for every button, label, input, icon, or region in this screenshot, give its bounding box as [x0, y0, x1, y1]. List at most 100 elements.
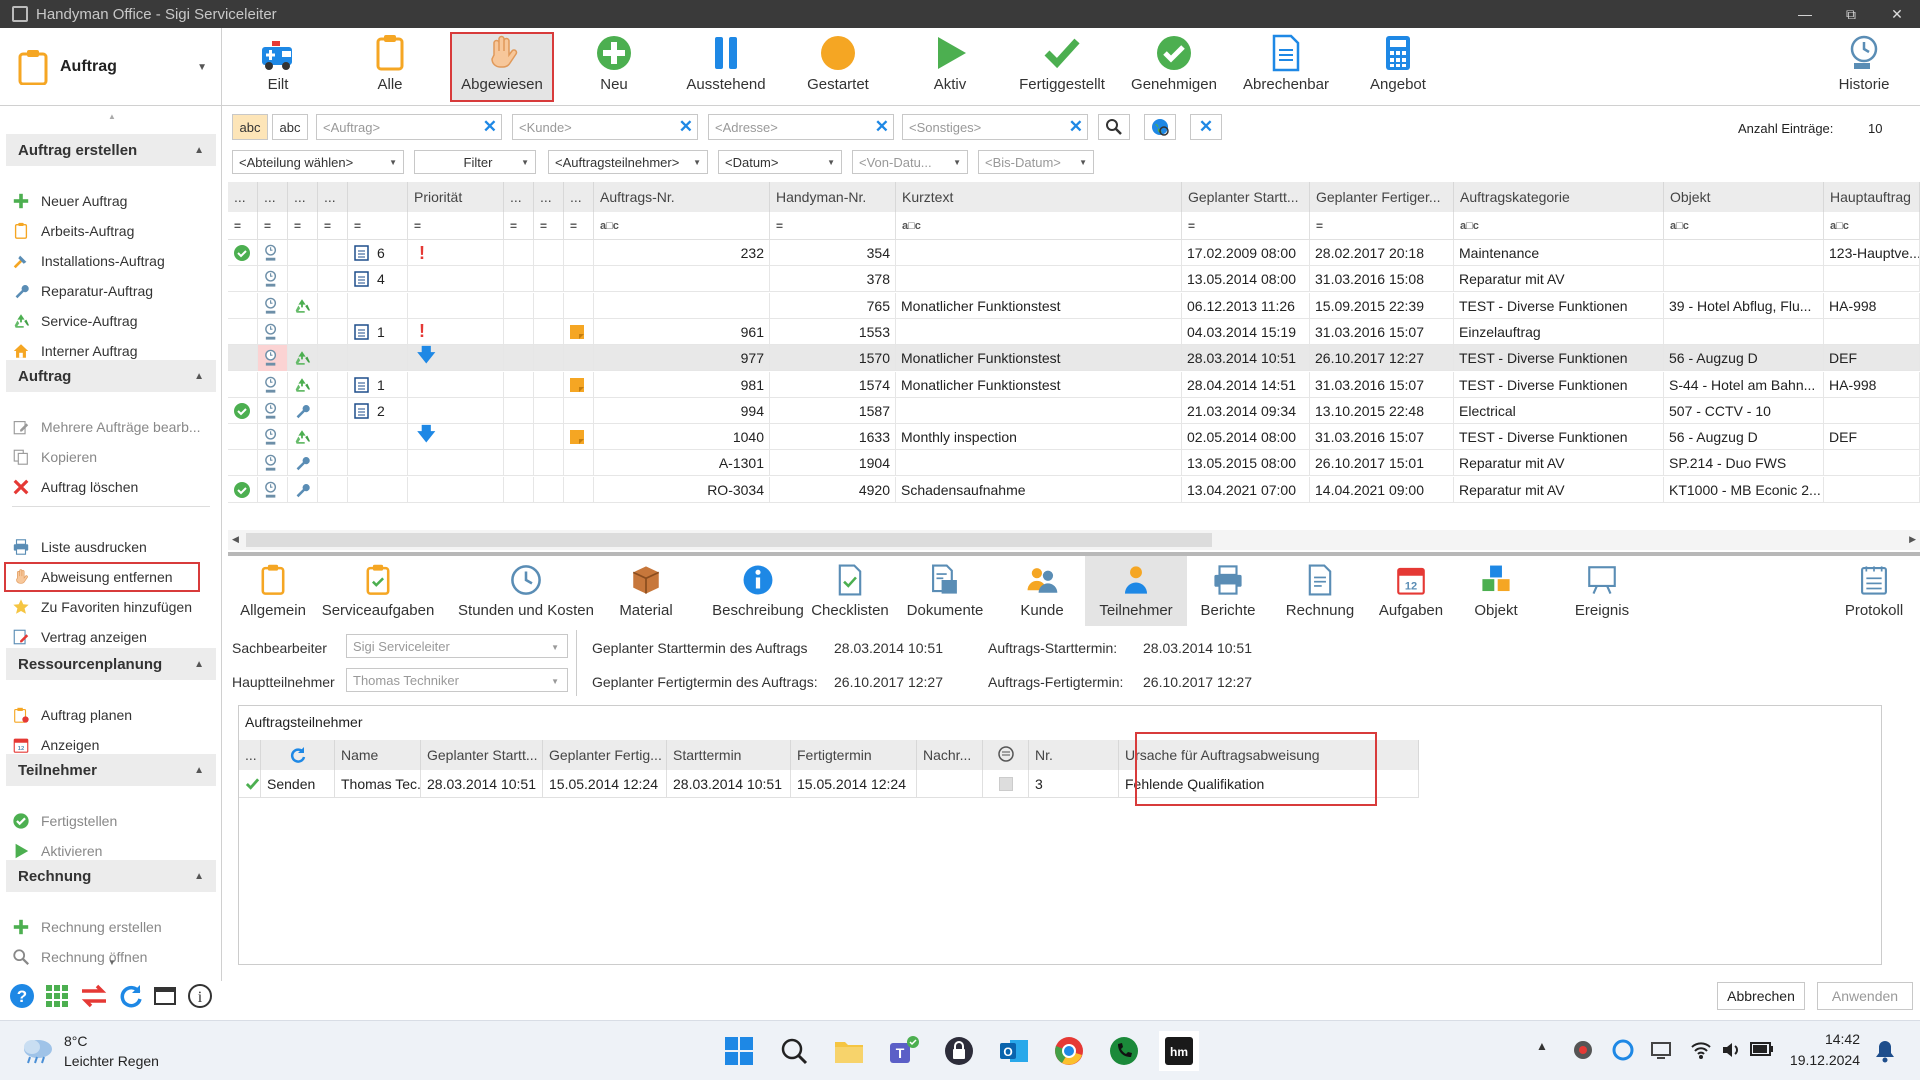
column-header[interactable] — [348, 182, 408, 212]
sidebar-item-service-auftrag[interactable]: Service-Auftrag — [12, 308, 212, 334]
table-row[interactable]: 4 378 13.05.2014 08:00 31.03.2016 15:08 Repa… — [228, 266, 1920, 293]
sidebar-item-mehrere-aufträge-bearb-[interactable]: Mehrere Aufträge bearb... — [12, 414, 212, 440]
tray-chevron-icon[interactable]: ▲ — [1536, 1039, 1548, 1053]
participants-column-header[interactable] — [261, 740, 335, 770]
message-cell[interactable] — [917, 770, 983, 798]
sidebar-item-liste-ausdrucken[interactable]: Liste ausdrucken — [12, 534, 212, 560]
ribbon-button-neu[interactable]: Neu — [562, 32, 666, 102]
participants-column-header[interactable]: Nr. — [1029, 740, 1119, 770]
participants-column-header[interactable] — [983, 740, 1029, 770]
clear-icon[interactable]: ✕ — [875, 117, 889, 137]
adresse-search-input[interactable]: <Adresse> ✕ — [708, 114, 894, 140]
sidebar-item-fertigstellen[interactable]: Fertigstellen — [12, 808, 212, 834]
scroll-thumb[interactable] — [246, 533, 1212, 547]
window-icon[interactable] — [154, 986, 177, 1006]
clear-icon[interactable]: ✕ — [483, 117, 497, 137]
planned-start-cell[interactable]: 28.03.2014 10:51 — [421, 770, 543, 798]
column-filter[interactable]: = — [348, 212, 408, 240]
column-filter[interactable]: = — [504, 212, 534, 240]
info-icon[interactable]: i — [187, 983, 213, 1009]
participants-column-header[interactable]: Geplanter Startt... — [421, 740, 543, 770]
sidebar-item-installations-auftrag[interactable]: Installations-Auftrag — [12, 248, 212, 274]
column-header[interactable]: ... — [258, 182, 288, 212]
column-header[interactable]: Handyman-Nr. — [770, 182, 896, 212]
scroll-down-icon[interactable]: ▼ — [108, 958, 116, 967]
tab-checklisten[interactable]: Checklisten — [806, 556, 894, 626]
table-row[interactable]: 765 Monatlicher Funktionstest 06.12.2013 1… — [228, 292, 1920, 319]
refresh-icon[interactable] — [118, 983, 144, 1009]
collapse-icon[interactable]: ▲ — [194, 765, 204, 776]
sidebar-item-zu-favoriten-hinzufügen[interactable]: Zu Favoriten hinzufügen — [12, 594, 212, 620]
collapse-icon[interactable]: ▲ — [194, 659, 204, 670]
clock-time[interactable]: 14:42 — [1798, 1031, 1860, 1047]
collapse-icon[interactable]: ▲ — [194, 145, 204, 156]
sidebar-item-abweisung-entfernen[interactable]: Abweisung entfernen — [4, 562, 200, 592]
hauptteilnehmer-select[interactable]: Thomas Techniker ▼ — [346, 668, 568, 692]
tab-objekt[interactable]: Objekt — [1460, 556, 1532, 626]
status-check-cell[interactable] — [239, 770, 261, 798]
clear-all-button[interactable]: ✕ — [1190, 114, 1222, 140]
participants-column-header[interactable]: Geplanter Fertig... — [543, 740, 667, 770]
column-header[interactable]: ... — [564, 182, 594, 212]
auftrag-search-input[interactable]: <Auftrag> ✕ — [316, 114, 502, 140]
clear-icon[interactable]: ✕ — [679, 117, 693, 137]
notification-bell-icon[interactable] — [1874, 1039, 1896, 1063]
swap-arrows-icon[interactable] — [80, 983, 108, 1009]
table-row[interactable]: 1! 961 1553 04.03.2014 15:19 31.03.2016 15:0… — [228, 318, 1920, 345]
handyman-button[interactable]: hm — [1159, 1031, 1199, 1071]
grid-scrollbar[interactable]: ◀ ▶ — [228, 530, 1920, 550]
clear-icon[interactable]: ✕ — [1069, 117, 1083, 137]
column-filter[interactable]: = — [258, 212, 288, 240]
tab-material[interactable]: Material — [600, 556, 692, 626]
tab-serviceaufgaben[interactable]: Serviceaufgaben — [322, 556, 434, 626]
search-button[interactable] — [1098, 114, 1130, 140]
column-header[interactable]: ... — [288, 182, 318, 212]
sidebar-item-auftrag-planen[interactable]: Auftrag planen — [12, 702, 212, 728]
teams-button[interactable]: T — [884, 1031, 924, 1071]
column-header[interactable]: Hauptauftrag — [1824, 182, 1920, 212]
sidebar-section-auftrag[interactable]: Auftrag ▲ — [6, 360, 216, 392]
column-header[interactable]: Objekt — [1664, 182, 1824, 212]
tab-rechnung[interactable]: Rechnung — [1274, 556, 1366, 626]
abteilung-select[interactable]: <Abteilung wählen> ▼ — [232, 150, 404, 174]
ribbon-button-abrechenbar[interactable]: Abrechenbar — [1234, 32, 1338, 102]
abc-toggle-1[interactable]: abc — [232, 114, 268, 140]
filter-select[interactable]: Filter ▼ — [414, 150, 536, 174]
taskbar-search-button[interactable] — [774, 1031, 814, 1071]
abc-toggle-2[interactable]: abc — [272, 114, 308, 140]
column-header[interactable]: ... — [228, 182, 258, 212]
participants-column-header[interactable]: Nachr... — [917, 740, 983, 770]
sachbearbeiter-select[interactable]: Sigi Serviceleiter ▼ — [346, 634, 568, 658]
battery-icon[interactable] — [1750, 1041, 1774, 1057]
column-header[interactable]: ... — [318, 182, 348, 212]
column-filter[interactable]: = — [288, 212, 318, 240]
sidebar-item-reparatur-auftrag[interactable]: Reparatur-Auftrag — [12, 278, 212, 304]
collapse-icon[interactable]: ▲ — [194, 371, 204, 382]
tab-aufgaben[interactable]: 12 Aufgaben — [1368, 556, 1454, 626]
column-filter[interactable]: = — [1182, 212, 1310, 240]
datum-select[interactable]: <Datum> ▼ — [718, 150, 842, 174]
sidebar-section-rechnung[interactable]: Rechnung ▲ — [6, 860, 216, 892]
column-filter[interactable]: a□c — [1824, 212, 1920, 240]
grid-icon[interactable] — [45, 984, 69, 1008]
sidebar-item-arbeits-auftrag[interactable]: Arbeits-Auftrag — [12, 218, 212, 244]
scroll-left-icon[interactable]: ◀ — [232, 534, 239, 545]
column-filter[interactable]: = — [534, 212, 564, 240]
ribbon-button-historie[interactable]: Historie — [1812, 32, 1916, 102]
column-filter[interactable]: = — [318, 212, 348, 240]
participants-column-header[interactable]: Fertigtermin — [791, 740, 917, 770]
copilot-icon[interactable] — [1612, 1039, 1634, 1061]
sidebar-item-neuer-auftrag[interactable]: Neuer Auftrag — [12, 188, 212, 214]
column-filter[interactable]: a□c — [1454, 212, 1664, 240]
wifi-icon[interactable] — [1690, 1039, 1712, 1061]
tab-dokumente[interactable]: Dokumente — [894, 556, 996, 626]
scroll-right-icon[interactable]: ▶ — [1909, 534, 1916, 545]
table-row[interactable]: A-1301 1904 13.05.2015 08:00 26.10.2017 15:… — [228, 450, 1920, 477]
column-header[interactable]: ... — [534, 182, 564, 212]
restore-button[interactable]: ⧉ — [1828, 0, 1874, 28]
participants-column-header[interactable]: ... — [239, 740, 261, 770]
sidebar-section-ressourcenplanung[interactable]: Ressourcenplanung ▲ — [6, 648, 216, 680]
planned-finish-cell[interactable]: 15.05.2014 12:24 — [543, 770, 667, 798]
table-row[interactable]: 6! 232 354 17.02.2009 08:00 28.02.2017 20:18… — [228, 240, 1920, 266]
finish-cell[interactable]: 15.05.2014 12:24 — [791, 770, 917, 798]
